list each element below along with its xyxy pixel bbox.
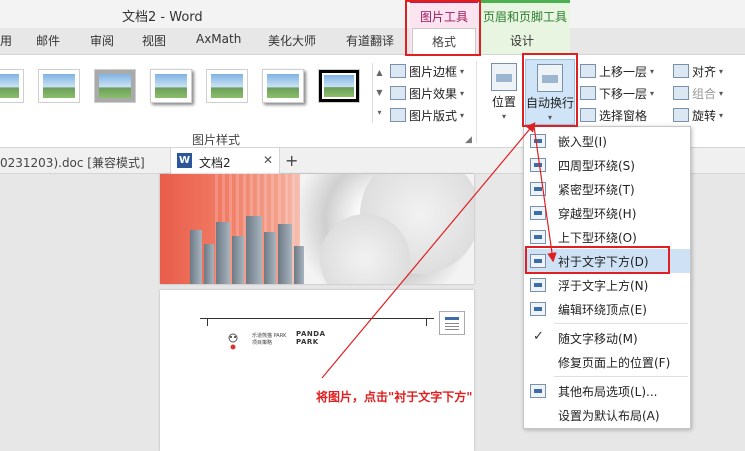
annotation-arrows xyxy=(321,122,557,379)
annotation-text: 将图片，点击"衬于文字下方" xyxy=(316,390,473,404)
arrow-to-behind-text xyxy=(533,125,557,263)
arrow-to-wrap-text xyxy=(321,122,536,379)
